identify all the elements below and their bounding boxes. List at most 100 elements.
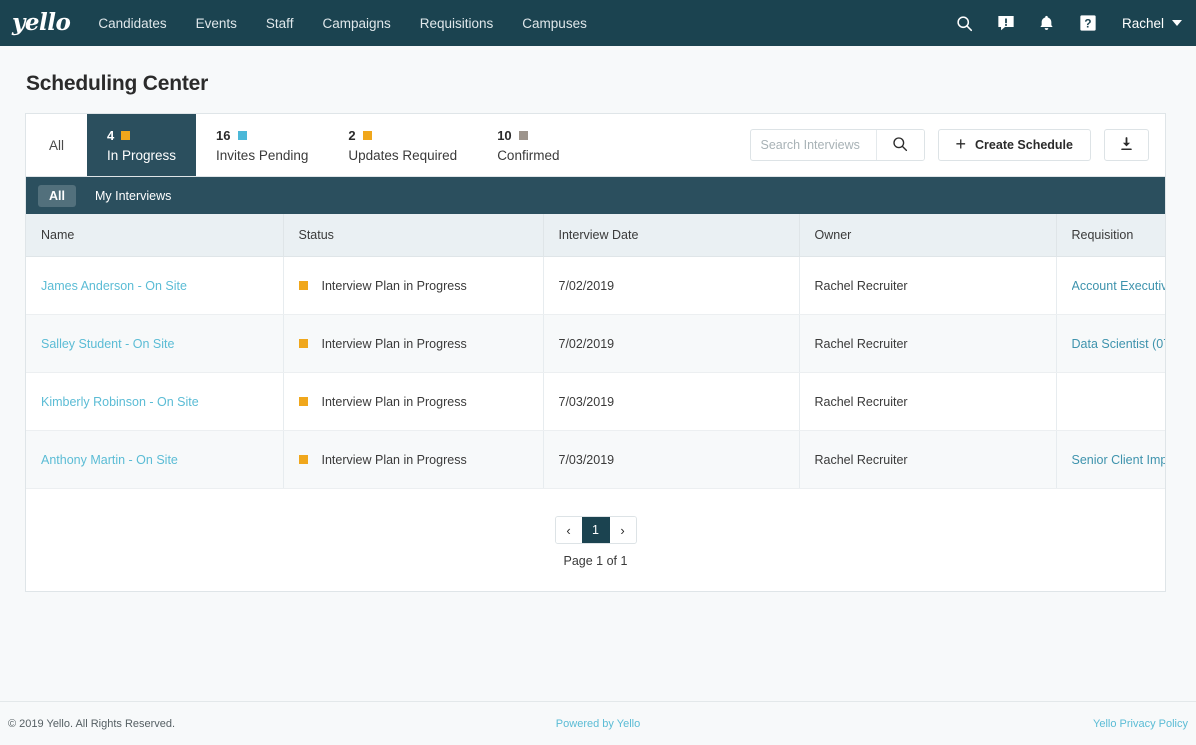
search-submit-button[interactable] — [875, 130, 924, 160]
tab-invites-pending[interactable]: 16 Invites Pending — [196, 114, 328, 176]
cell-interview-date: 7/02/2019 — [543, 314, 800, 373]
cell-name: Salley Student - On Site — [26, 314, 284, 373]
nav-link-requisitions[interactable]: Requisitions — [420, 16, 494, 31]
cell-name: James Anderson - On Site — [26, 256, 284, 315]
candidate-link[interactable]: James Anderson - On Site — [41, 279, 187, 293]
search-icon — [892, 136, 908, 155]
status-swatch — [298, 339, 308, 348]
create-schedule-button[interactable]: + Create Schedule — [937, 129, 1091, 161]
tab-confirmed-label: Confirmed — [497, 147, 560, 163]
status-wrap: Interview Plan in Progress — [298, 452, 528, 467]
plus-icon: + — [955, 134, 967, 154]
subtab-my-interviews[interactable]: My Interviews — [84, 185, 182, 207]
table-row: James Anderson - On Site Interview Plan … — [26, 256, 1166, 315]
nav-link-staff[interactable]: Staff — [266, 16, 294, 31]
user-menu[interactable]: Rachel — [1122, 16, 1182, 31]
cell-owner: Rachel Recruiter — [799, 372, 1057, 431]
create-schedule-label: Create Schedule — [975, 138, 1073, 152]
search-interviews — [749, 129, 925, 161]
status-swatch-confirmed — [518, 130, 528, 140]
requisition-link[interactable]: Account Executive — [1072, 279, 1166, 293]
tab-invites-pending-label: Invites Pending — [216, 147, 309, 163]
table-row: Anthony Martin - On Site Interview Plan … — [26, 430, 1166, 489]
yello-logo[interactable]: yello — [12, 9, 71, 38]
nav-link-campaigns[interactable]: Campaigns — [322, 16, 390, 31]
column-header-owner[interactable]: Owner — [799, 214, 1057, 257]
status-swatch — [298, 281, 308, 290]
download-icon — [1119, 136, 1134, 155]
page-caption: Page 1 of 1 — [563, 554, 628, 568]
footer-powered-by[interactable]: Powered by Yello — [0, 718, 1196, 730]
chevron-down-icon — [1172, 20, 1182, 26]
top-navbar: yello Candidates Events Staff Campaigns … — [0, 0, 1196, 46]
status-wrap: Interview Plan in Progress — [298, 278, 528, 293]
cell-requisition — [1056, 372, 1165, 431]
requisition-link[interactable]: Senior Client Imple — [1072, 453, 1166, 467]
tab-invites-pending-count: 16 — [216, 127, 231, 143]
bell-icon[interactable] — [1036, 12, 1058, 34]
status-swatch-in-progress — [121, 130, 131, 140]
cell-owner: Rachel Recruiter — [799, 256, 1057, 315]
announcement-icon[interactable] — [995, 12, 1017, 34]
tab-all-label: All — [49, 137, 65, 153]
tab-in-progress-count-row: 4 — [107, 128, 176, 143]
table-row: Salley Student - On Site Interview Plan … — [26, 314, 1166, 373]
table-row: Kimberly Robinson - On Site Interview Pl… — [26, 372, 1165, 431]
candidate-link[interactable]: Salley Student - On Site — [41, 337, 174, 351]
user-name: Rachel — [1121, 15, 1164, 31]
column-header-requisition[interactable]: Requisition — [1056, 214, 1165, 257]
page-footer: © 2019 Yello. All Rights Reserved. Power… — [0, 701, 1196, 745]
status-wrap: Interview Plan in Progress — [298, 336, 528, 351]
tab-confirmed-count-row: 10 — [497, 128, 559, 143]
tab-updates-required-count-row: 2 — [348, 128, 457, 143]
pagination-area: ‹ 1 › Page 1 of 1 — [26, 489, 1165, 591]
tab-updates-required[interactable]: 2 Updates Required — [328, 114, 477, 176]
column-header-status[interactable]: Status — [283, 214, 544, 257]
page-title: Scheduling Center — [26, 72, 209, 95]
status-swatch — [298, 397, 308, 406]
tab-in-progress[interactable]: 4 In Progress — [87, 114, 197, 176]
help-icon[interactable]: ? — [1077, 12, 1099, 34]
column-header-interview-date[interactable]: Interview Date — [543, 214, 800, 257]
column-header-name[interactable]: Name — [26, 214, 284, 257]
table-header-row: Name Status Interview Date Owner Requisi… — [26, 214, 1165, 257]
tab-all[interactable]: All — [26, 114, 87, 176]
cell-status: Interview Plan in Progress — [283, 314, 544, 373]
candidate-link[interactable]: Anthony Martin - On Site — [41, 453, 178, 467]
status-label: Interview Plan in Progress — [321, 452, 467, 467]
tab-in-progress-label: In Progress — [107, 147, 177, 163]
status-swatch-updates-required — [362, 130, 372, 140]
cell-owner: Rachel Recruiter — [799, 314, 1057, 373]
status-tabs: All 4 In Progress 16 Invites Pending 2 U… — [26, 114, 1165, 177]
cell-interview-date: 7/03/2019 — [543, 430, 800, 489]
status-swatch — [298, 455, 308, 464]
status-label: Interview Plan in Progress — [321, 278, 467, 293]
page-1-button[interactable]: 1 — [581, 517, 610, 543]
tab-invites-pending-count-row: 16 — [216, 128, 308, 143]
table-body: James Anderson - On Site Interview Plan … — [26, 256, 1166, 489]
prev-page-button[interactable]: ‹ — [555, 517, 582, 543]
download-button[interactable] — [1104, 129, 1149, 161]
subtab-all[interactable]: All — [38, 184, 76, 207]
nav-link-events[interactable]: Events — [196, 16, 237, 31]
requisition-link[interactable]: Data Scientist (073 — [1072, 337, 1166, 351]
cell-name: Anthony Martin - On Site — [26, 430, 284, 489]
primary-nav: Candidates Events Staff Campaigns Requis… — [98, 16, 587, 31]
table-head: Name Status Interview Date Owner Requisi… — [26, 214, 1165, 257]
interviews-table: Name Status Interview Date Owner Requisi… — [26, 214, 1166, 489]
status-label: Interview Plan in Progress — [321, 336, 467, 351]
cell-interview-date: 7/03/2019 — [543, 372, 800, 431]
tab-updates-required-label: Updates Required — [348, 147, 458, 163]
search-icon[interactable] — [954, 12, 976, 34]
candidate-link[interactable]: Kimberly Robinson - On Site — [41, 395, 199, 409]
nav-link-candidates[interactable]: Candidates — [98, 16, 166, 31]
nav-link-campuses[interactable]: Campuses — [522, 16, 587, 31]
pagination: ‹ 1 › — [554, 516, 637, 544]
tab-confirmed[interactable]: 10 Confirmed — [477, 114, 579, 176]
tab-updates-required-count: 2 — [348, 127, 356, 143]
next-page-button[interactable]: › — [609, 517, 636, 543]
tab-confirmed-count: 10 — [497, 127, 512, 143]
cell-status: Interview Plan in Progress — [283, 372, 544, 431]
search-input[interactable] — [750, 130, 876, 160]
cell-status: Interview Plan in Progress — [283, 430, 544, 489]
